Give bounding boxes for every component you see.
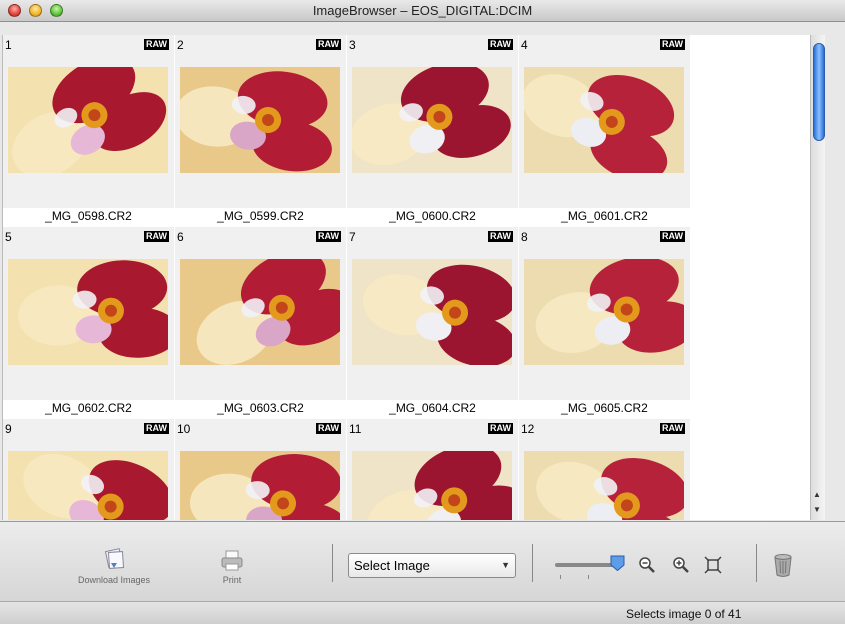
thumbnail-index: 5 <box>5 230 12 244</box>
title-bar[interactable]: ImageBrowser – EOS_DIGITAL:DCIM <box>0 0 845 22</box>
thumbnail-filename: _MG_0599.CR2 <box>175 208 346 225</box>
scroll-down-arrow-icon[interactable]: ▼ <box>813 505 821 514</box>
orchid-photo-thumbnail[interactable] <box>524 67 684 173</box>
thumbnail-filename: _MG_0598.CR2 <box>3 208 174 225</box>
status-text: Selects image 0 of 41 <box>626 607 742 621</box>
raw-badge: RAW <box>316 39 341 50</box>
zoom-in-icon[interactable] <box>672 556 690 574</box>
trash-icon[interactable] <box>772 552 794 578</box>
orchid-photo-thumbnail[interactable] <box>352 259 512 365</box>
orchid-photo-thumbnail[interactable] <box>524 451 684 520</box>
thumbnail-cell[interactable]: 7 RAW _MG_0604.CR2 <box>347 227 518 417</box>
thumbnail-cell[interactable]: 3 RAW _MG_0600.CR2 <box>347 35 518 225</box>
thumbnail-cell[interactable]: 4 RAW _MG_0601.CR2 <box>519 35 690 225</box>
thumbnail-cell[interactable]: 9 RAW <box>3 419 174 520</box>
orchid-photo-thumbnail[interactable] <box>8 67 168 173</box>
download-images-button[interactable]: Download Images <box>72 547 156 585</box>
thumbnail-area[interactable]: 1 RAW _MG_0598.CR2 2 RAW _MG_0599.CR2 3 RAW _MG_… <box>2 35 811 520</box>
orchid-photo-thumbnail[interactable] <box>524 259 684 365</box>
orchid-photo-thumbnail[interactable] <box>8 451 168 520</box>
raw-badge: RAW <box>144 231 169 242</box>
thumbnail-cell[interactable]: 8 RAW _MG_0605.CR2 <box>519 227 690 417</box>
raw-badge: RAW <box>488 231 513 242</box>
thumbnail-filename: _MG_0603.CR2 <box>175 400 346 417</box>
dropdown-arrow-icon: ▼ <box>501 560 510 570</box>
thumbnail-index: 2 <box>177 38 184 52</box>
thumbnail-index: 7 <box>349 230 356 244</box>
download-images-label: Download Images <box>77 575 151 585</box>
thumbnail-cell[interactable]: 11 RAW <box>347 419 518 520</box>
bottom-toolbar: Download Images Print Select Image ▼ <box>0 521 845 601</box>
raw-badge: RAW <box>144 39 169 50</box>
raw-badge: RAW <box>660 231 685 242</box>
toolbar-divider <box>756 544 757 582</box>
thumbnail-index: 6 <box>177 230 184 244</box>
print-button[interactable]: Print <box>212 549 252 585</box>
thumbnail-cell[interactable]: 1 RAW _MG_0598.CR2 <box>3 35 174 225</box>
thumbnail-filename: _MG_0601.CR2 <box>519 208 690 225</box>
raw-badge: RAW <box>488 39 513 50</box>
thumbnail-index: 9 <box>5 422 12 436</box>
thumbnail-cell[interactable]: 5 RAW _MG_0602.CR2 <box>3 227 174 417</box>
select-image-value: Select Image <box>354 558 430 573</box>
orchid-photo-thumbnail[interactable] <box>180 451 340 520</box>
print-label: Print <box>222 575 242 585</box>
raw-badge: RAW <box>660 423 685 434</box>
slider-tick <box>560 575 561 579</box>
thumbnail-index: 4 <box>521 38 528 52</box>
thumbnail-index: 1 <box>5 38 12 52</box>
thumbnail-filename: _MG_0605.CR2 <box>519 400 690 417</box>
thumbnail-cell[interactable]: 10 RAW <box>175 419 346 520</box>
status-bar: Selects image 0 of 41 <box>0 601 845 624</box>
scrollbar-thumb[interactable] <box>813 43 825 141</box>
thumbnail-index: 11 <box>349 422 362 436</box>
thumbnail-cell[interactable]: 6 RAW _MG_0603.CR2 <box>175 227 346 417</box>
toolbar-divider <box>532 544 533 582</box>
orchid-photo-thumbnail[interactable] <box>352 67 512 173</box>
raw-badge: RAW <box>488 423 513 434</box>
printer-icon <box>221 550 243 571</box>
thumbnail-index: 8 <box>521 230 528 244</box>
slider-tick <box>588 575 589 579</box>
toolbar-divider <box>332 544 333 582</box>
orchid-photo-thumbnail[interactable] <box>8 259 168 365</box>
orchid-photo-thumbnail[interactable] <box>180 67 340 173</box>
zoom-out-icon[interactable] <box>638 556 656 574</box>
raw-badge: RAW <box>144 423 169 434</box>
thumbnail-index: 3 <box>349 38 356 52</box>
select-image-dropdown[interactable]: Select Image ▼ <box>348 553 516 578</box>
thumbnail-cell[interactable]: 12 RAW <box>519 419 690 520</box>
orchid-photo-thumbnail[interactable] <box>180 259 340 365</box>
vertical-scrollbar[interactable]: ▲ ▼ <box>810 35 825 520</box>
scroll-up-arrow-icon[interactable]: ▲ <box>813 490 821 499</box>
download-images-icon <box>104 548 125 570</box>
thumbnail-filename: _MG_0602.CR2 <box>3 400 174 417</box>
thumbnail-cell[interactable]: 2 RAW _MG_0599.CR2 <box>175 35 346 225</box>
thumbnail-filename: _MG_0600.CR2 <box>347 208 518 225</box>
slider-knob[interactable] <box>610 555 625 571</box>
orchid-photo-thumbnail[interactable] <box>352 451 512 520</box>
raw-badge: RAW <box>316 423 341 434</box>
raw-badge: RAW <box>316 231 341 242</box>
fit-to-window-icon[interactable] <box>704 556 722 574</box>
thumbnail-index: 10 <box>177 422 191 436</box>
thumbnail-filename: _MG_0604.CR2 <box>347 400 518 417</box>
window-title: ImageBrowser – EOS_DIGITAL:DCIM <box>312 3 533 18</box>
thumbnail-index: 12 <box>521 422 535 436</box>
raw-badge: RAW <box>660 39 685 50</box>
